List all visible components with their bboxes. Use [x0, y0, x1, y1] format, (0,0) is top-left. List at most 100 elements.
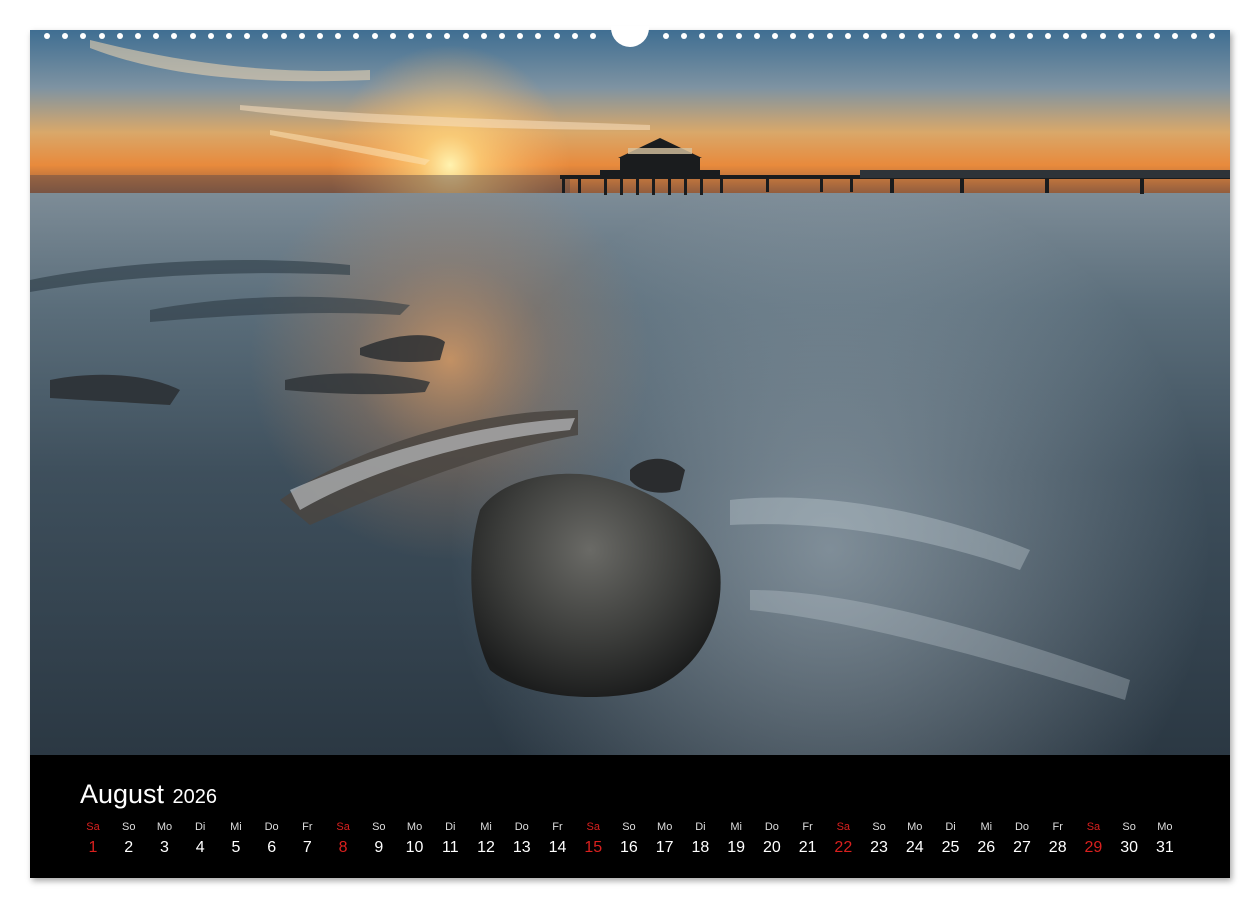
day-cell: Mi 26 [968, 819, 1004, 857]
binding-hole [480, 33, 487, 39]
day-cell: Mo 10 [397, 819, 433, 857]
binding-hole [935, 33, 942, 39]
day-number: 2 [124, 839, 134, 856]
binding-hole [1026, 33, 1033, 39]
binding-hole [772, 33, 778, 39]
binding-hole [1008, 33, 1015, 39]
day-cell: Do 13 [504, 819, 540, 857]
day-number: 22 [834, 839, 853, 856]
day-number: 3 [160, 839, 169, 856]
weekday-label: Mo [1157, 821, 1173, 833]
weekday-label: Mi [480, 821, 492, 833]
weekday-label: So [372, 821, 386, 833]
binding-hole [1190, 33, 1197, 39]
binding-hole [826, 33, 833, 39]
weekday-label: Mo [907, 821, 923, 833]
binding-hole [844, 33, 851, 39]
day-number: 8 [338, 839, 348, 856]
day-number: 21 [798, 839, 817, 856]
binding-hole [972, 33, 979, 39]
binding-hole [590, 33, 596, 39]
day-cell: Mi 12 [468, 819, 504, 857]
day-number: 26 [977, 839, 996, 856]
day-number: 5 [231, 839, 241, 856]
binding-hole [389, 33, 396, 39]
binding-hole [408, 33, 414, 39]
day-number: 13 [512, 839, 531, 856]
binding-hole [207, 33, 214, 39]
day-cell: So 2 [111, 819, 147, 857]
day-cell: Mi 19 [718, 819, 754, 857]
binding-hole [1045, 33, 1051, 39]
weekday-label: Fr [1052, 821, 1063, 833]
binding-hole [1099, 33, 1106, 39]
binding-hole [1136, 33, 1142, 39]
day-cell: Sa 1 [75, 819, 111, 857]
day-number: 30 [1120, 839, 1139, 856]
day-cell: Sa 29 [1075, 819, 1111, 857]
binding-hole [371, 33, 378, 39]
day-cell: Fr 14 [539, 819, 575, 857]
day-cell: Mi 5 [218, 819, 254, 857]
binding-hole [317, 33, 323, 39]
binding-hole [753, 33, 760, 39]
binding-hole [662, 33, 669, 39]
binding-hole [116, 33, 123, 39]
day-cell: So 30 [1111, 819, 1147, 857]
day-number: 1 [88, 839, 98, 856]
day-number: 11 [441, 839, 459, 856]
weekday-label: Do [514, 821, 529, 833]
day-number: 25 [941, 839, 960, 856]
weekday-label: So [121, 821, 136, 833]
weekday-label: Mi [230, 821, 242, 833]
weekday-label: So [872, 821, 886, 833]
day-number: 24 [905, 839, 924, 856]
binding-hole [735, 33, 742, 39]
binding-hole [499, 33, 505, 39]
day-number: 12 [477, 839, 495, 856]
binding-hole [1081, 33, 1088, 39]
binding-hole [98, 33, 105, 39]
weekday-label: Sa [836, 821, 851, 833]
day-cell: Fr 21 [790, 819, 826, 857]
binding-hole [954, 33, 960, 39]
day-cell: So 16 [611, 819, 647, 857]
day-number: 9 [374, 839, 384, 856]
day-number: 23 [870, 839, 888, 856]
day-number: 15 [584, 839, 603, 856]
binding-hole [790, 33, 797, 39]
weekday-label: Sa [336, 821, 350, 833]
binding-hole [262, 33, 269, 39]
binding-hole [62, 33, 69, 39]
day-cell: Di 4 [182, 819, 218, 857]
binding-hole [335, 33, 342, 39]
binding-hole [80, 33, 87, 39]
binding-hole [1154, 33, 1161, 39]
day-cell: Mo 31 [1147, 819, 1183, 857]
binding-hole [990, 33, 997, 39]
day-cell: Fr 7 [289, 819, 325, 857]
day-cell: Di 11 [432, 819, 468, 857]
day-cell: Mo 17 [647, 819, 683, 857]
binding-hole [226, 33, 232, 39]
binding-hole [353, 33, 360, 39]
day-cell: Do 27 [1004, 819, 1040, 857]
day-number: 10 [405, 839, 424, 856]
binding-hole [553, 33, 560, 39]
binding-hole [462, 33, 469, 39]
binding-hole [535, 33, 542, 39]
binding-hole [917, 33, 924, 39]
binding-hole [171, 33, 178, 39]
day-number: 27 [1013, 839, 1031, 856]
weekday-label: Di [945, 821, 956, 833]
day-cell: Mo 3 [146, 819, 182, 857]
day-number: 31 [1155, 839, 1174, 856]
binding-hole [444, 33, 451, 39]
binding-hole [808, 33, 815, 39]
weekday-label: Sa [586, 821, 600, 833]
binding-hole [135, 33, 141, 39]
day-number: 29 [1084, 839, 1103, 856]
day-cell: Sa 22 [825, 819, 861, 857]
day-number: 16 [620, 839, 638, 856]
binding-hole [1117, 33, 1124, 39]
